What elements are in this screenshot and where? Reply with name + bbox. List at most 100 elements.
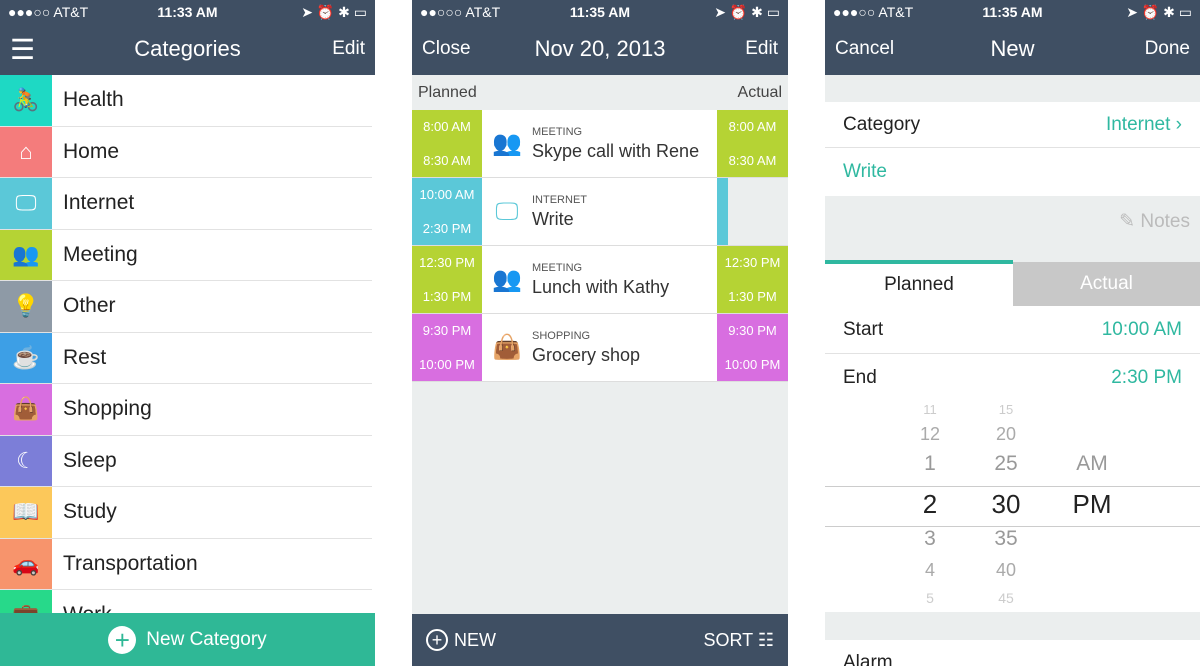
picker-option[interactable]: 35 [976,527,1036,551]
picker-option[interactable]: 12 [900,424,960,445]
entry-name: Write [532,208,574,229]
category-label: Category [843,113,921,135]
picker-option[interactable]: 3 [900,527,960,551]
picker-option[interactable]: 4 [900,560,960,581]
planned-start: 8:00 AM [423,119,471,135]
actual-end: 1:30 PM [728,288,777,304]
actual-time-block: 9:30 PM 10:00 PM [717,314,788,381]
pencil-icon: ✎ [1119,211,1136,232]
actual-end: 10:00 PM [724,356,781,372]
chevron-right-icon: › [1175,113,1182,135]
alarm-row[interactable]: Alarm [825,640,1200,666]
actual-end: 8:30 AM [728,152,777,168]
end-label: End [843,367,877,388]
monitor-icon: 🖵 [0,178,52,229]
category-value: Internet [1105,113,1171,135]
status-bar: ●●●○○ AT&T 11:35 AM ➤ ⏰ ✱ ▭ [833,4,1192,22]
header: ●●○○○ AT&T 11:35 AM ➤ ⏰ ✱ ▭ Close Nov 20… [412,0,788,75]
picker-option[interactable]: PM [1057,489,1127,520]
start-row[interactable]: Start 10:00 AM [825,306,1200,354]
planned-start: 10:00 AM [419,187,475,203]
picker-option[interactable]: 11 [900,402,960,417]
close-button[interactable]: Close [422,38,471,60]
category-item[interactable]: 💡 Other [0,281,372,333]
picker-option[interactable]: 25 [976,452,1036,476]
picker-option[interactable]: 20 [976,424,1036,445]
entry-name: Grocery shop [532,344,641,365]
category-item[interactable]: ☾ Sleep [0,435,372,487]
bottom-toolbar: + NEW SORT ☷ [412,614,788,666]
picker-option[interactable]: 2 [900,489,960,520]
picker-option[interactable]: 45 [976,590,1036,606]
end-row[interactable]: End 2:30 PM [825,354,1200,402]
category-row[interactable]: Category Internet › [825,102,1200,148]
edit-button[interactable]: Edit [745,38,778,60]
cancel-button[interactable]: Cancel [835,38,894,60]
picker-option[interactable]: 40 [976,560,1036,581]
sort-button[interactable]: SORT ☷ [703,630,774,651]
alarm-label: Alarm [843,652,893,666]
actual-start: 9:30 PM [728,323,777,339]
tab-planned[interactable]: Planned [825,260,1013,306]
status-bar: ●●●○○ AT&T 11:33 AM ➤ ⏰ ✱ ▭ [8,4,367,22]
category-label: Internet [63,191,135,215]
planned-start: 9:30 PM [422,323,472,339]
entry-row[interactable]: 9:30 PM 10:00 PM 👜 SHOPPING Grocery shop 9:3… [412,314,788,382]
entry-row[interactable]: 12:30 PM 1:30 PM 👥 MEETING Lunch with Kathy… [412,246,788,314]
header: ●●●○○ AT&T 11:33 AM ➤ ⏰ ✱ ▭ ☰ Categories… [0,0,375,75]
picker-option[interactable]: 15 [976,402,1036,417]
category-item[interactable]: 🚴 Health [0,75,372,127]
picker-option[interactable]: 30 [976,489,1036,520]
planned-time-block: 10:00 AM 2:30 PM [412,178,482,245]
name-value: Write [843,161,887,182]
new-category-button[interactable]: + New Category [0,613,375,666]
category-item[interactable]: 🖵 Internet [0,178,372,230]
planned-time-block: 12:30 PM 1:30 PM [412,246,482,313]
day-screen: ●●○○○ AT&T 11:35 AM ➤ ⏰ ✱ ▭ Close Nov 20… [412,0,788,666]
planned-end: 8:30 AM [423,152,471,168]
name-input[interactable]: Write [825,148,1200,196]
bag-icon: 👜 [0,384,52,435]
house-icon: ⌂ [0,126,52,177]
category-item[interactable]: 👜 Shopping [0,384,372,436]
tab-actual[interactable]: Actual [1013,262,1200,306]
clock: 11:35 AM [569,4,631,20]
category-label: Shopping [63,397,152,421]
category-label: Sleep [63,448,117,472]
category-item[interactable]: 🚗 Transportation [0,538,372,590]
entry-row[interactable]: 8:00 AM 8:30 AM 👥 MEETING Skype call with R… [412,110,788,178]
end-value: 2:30 PM [1111,367,1182,388]
new-button[interactable]: + NEW [426,629,496,651]
page-title: Categories [134,36,241,61]
plus-circle-icon: + [426,629,448,651]
new-category-label: New Category [146,628,267,650]
category-label: Rest [63,345,107,369]
planned-time-block: 8:00 AM 8:30 AM [412,110,482,177]
picker-option[interactable]: AM [1057,452,1127,476]
picker-option[interactable]: 5 [900,590,960,606]
picker-option[interactable]: 1 [900,452,960,476]
notes-button[interactable]: ✎ Notes [1119,210,1190,233]
entry-category: MEETING [532,261,583,274]
category-label: Transportation [63,551,198,575]
done-button[interactable]: Done [1145,38,1190,60]
category-icon: 👥 [492,130,522,157]
actual-progress-bar [717,178,728,245]
status-bar: ●●○○○ AT&T 11:35 AM ➤ ⏰ ✱ ▭ [420,4,780,22]
category-item[interactable]: 👥 Meeting [0,229,372,281]
clock: 11:35 AM [982,4,1043,20]
category-item[interactable]: ⌂ Home [0,126,372,178]
edit-button[interactable]: Edit [332,38,365,60]
category-label: Other [63,294,116,318]
start-value: 10:00 AM [1101,318,1182,340]
hamburger-icon[interactable]: ☰ [10,33,35,66]
actual-time-block: 8:00 AM 8:30 AM [717,110,788,177]
time-picker[interactable]: 11 12 1 2 3 4 5 15 20 25 30 35 40 45 AM PM [825,402,1200,612]
entry-row[interactable]: 10:00 AM 2:30 PM 🖵 INTERNET Write [412,178,788,246]
planned-end: 10:00 PM [419,356,475,372]
category-label: Meeting [63,242,138,266]
planned-header: Planned [418,83,477,101]
category-item[interactable]: ☕ Rest [0,332,372,384]
category-item[interactable]: 📖 Study [0,487,372,539]
moon-icon: ☾ [0,435,52,486]
